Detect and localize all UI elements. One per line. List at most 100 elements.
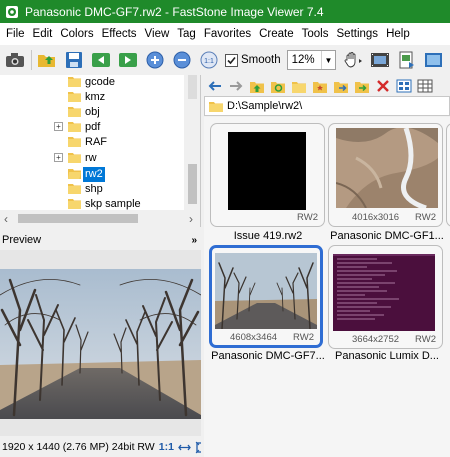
- zoom-out-icon[interactable]: [171, 49, 193, 71]
- tree-item-pdf[interactable]: + pdf: [0, 120, 184, 135]
- export-icon[interactable]: [396, 49, 418, 71]
- move-to-icon[interactable]: [353, 77, 370, 94]
- folder-icon: [68, 91, 81, 102]
- zoom-value: 12%: [291, 54, 315, 66]
- fit-width-icon[interactable]: [178, 440, 191, 454]
- expand-plus-icon[interactable]: +: [54, 153, 63, 162]
- tree-item-rw[interactable]: + rw: [0, 151, 184, 166]
- folder-icon: [68, 136, 81, 147]
- menu-create[interactable]: Create: [255, 23, 298, 45]
- collapse-icon[interactable]: »: [191, 235, 197, 246]
- folder-icon: [68, 183, 81, 194]
- previous-image-icon[interactable]: [90, 49, 112, 71]
- thumbnail-meta: 4016x3016 RW2: [329, 212, 436, 223]
- delete-icon[interactable]: [374, 77, 391, 94]
- tree-hscroll-thumb[interactable]: [18, 214, 138, 223]
- thumbnail-issue-419[interactable]: RW2: [210, 123, 325, 227]
- tree-item-obj[interactable]: obj: [0, 105, 184, 120]
- thumbnail-format: RW2: [293, 332, 314, 343]
- zoom-in-icon[interactable]: [144, 49, 166, 71]
- menu-effects[interactable]: Effects: [98, 23, 141, 45]
- menu-edit[interactable]: Edit: [29, 23, 57, 45]
- menu-colors[interactable]: Colors: [56, 23, 97, 45]
- grid-view-icon[interactable]: [416, 77, 433, 94]
- scroll-right-icon[interactable]: ›: [189, 212, 193, 226]
- menu-tag[interactable]: Tag: [173, 23, 200, 45]
- tree-item-label: shp: [85, 183, 103, 195]
- thumbnail-dimensions: 3664x2752: [352, 334, 400, 345]
- forward-arrow-icon[interactable]: [227, 77, 244, 94]
- tree-item-label: rw2: [83, 167, 105, 182]
- menu-settings[interactable]: Settings: [333, 23, 383, 45]
- title-bar: Panasonic DMC-GF7.rw2 - FastStone Image …: [0, 0, 450, 23]
- app-window: Panasonic DMC-GF7.rw2 - FastStone Image …: [0, 0, 450, 457]
- menu-file[interactable]: File: [2, 23, 29, 45]
- preview-image-area: [0, 250, 201, 436]
- thumbnail-grid: RW2 Issue 419.rw2 4016x3016 RW2 Panasoni…: [204, 117, 450, 457]
- tree-item-label: rw: [85, 152, 97, 164]
- tree-item-kmz[interactable]: kmz: [0, 90, 184, 105]
- menu-help[interactable]: Help: [382, 23, 414, 45]
- actual-size-icon[interactable]: 1:1: [198, 49, 220, 71]
- folder-icon: [68, 152, 81, 163]
- path-bar[interactable]: D:\Sample\rw2\: [204, 96, 450, 116]
- scroll-left-icon[interactable]: ‹: [4, 212, 8, 226]
- tree-item-label: obj: [85, 106, 100, 118]
- copy-to-icon[interactable]: [332, 77, 349, 94]
- preview-header: Preview »: [0, 231, 201, 249]
- scan-camera-icon[interactable]: [4, 49, 26, 71]
- menu-tools[interactable]: Tools: [298, 23, 333, 45]
- menu-favorites[interactable]: Favorites: [200, 23, 255, 45]
- preview-label: Preview: [2, 234, 42, 246]
- thumbnail-panasonic-lumix[interactable]: 3664x2752 RW2: [328, 245, 443, 349]
- filmstrip-icon[interactable]: [369, 49, 391, 71]
- zoom-select[interactable]: 12% ▼: [286, 50, 336, 70]
- save-icon[interactable]: [63, 49, 85, 71]
- tree-item-raf[interactable]: RAF: [0, 135, 184, 150]
- hand-pan-icon[interactable]: [342, 49, 364, 71]
- tree-item-shp[interactable]: shp: [0, 182, 184, 197]
- favorites-folder-icon[interactable]: [311, 77, 328, 94]
- folder-icon: [68, 76, 81, 87]
- select-all-icon[interactable]: [395, 77, 412, 94]
- thumbnail-panasonic-gf1[interactable]: 4016x3016 RW2: [328, 123, 443, 227]
- thumbnail-image: [215, 253, 317, 329]
- refresh-folder-icon[interactable]: [269, 77, 286, 94]
- ratio-label[interactable]: 1:1: [159, 441, 174, 453]
- back-arrow-icon[interactable]: [206, 77, 223, 94]
- tree-item-gcode[interactable]: gcode: [0, 75, 184, 90]
- slideshow-icon[interactable]: [423, 49, 445, 71]
- tree-item-label: pdf: [85, 121, 101, 133]
- open-folder-icon[interactable]: [36, 49, 58, 71]
- thumbnail-meta: 3664x2752 RW2: [329, 334, 436, 345]
- expand-plus-icon[interactable]: +: [54, 122, 63, 131]
- tree-item-label: skp sample: [85, 198, 141, 210]
- checkmark-icon: [225, 53, 238, 67]
- browser-toolbar: [204, 75, 450, 96]
- menu-bar: File Edit Colors Effects View Tag Favori…: [0, 23, 450, 45]
- tree-horizontal-scrollbar[interactable]: ‹ ›: [0, 210, 201, 227]
- thumbnail-image: [333, 254, 435, 331]
- tree-item-skp-sample[interactable]: skp sample: [0, 197, 184, 210]
- thumbnail-panasonic-gf7[interactable]: 4608x3464 RW2: [209, 245, 323, 348]
- tree-item-rw2[interactable]: rw2: [0, 167, 184, 182]
- preview-photo: [0, 250, 201, 436]
- main-toolbar: 1:1 Smooth 12% ▼: [0, 45, 450, 75]
- tree-scroll-track: [188, 75, 197, 99]
- thumbnail-format: RW2: [415, 334, 436, 345]
- next-image-icon[interactable]: [117, 49, 139, 71]
- window-title: Panasonic DMC-GF7.rw2 - FastStone Image …: [25, 4, 324, 19]
- smooth-checkbox[interactable]: Smooth: [225, 53, 281, 67]
- menu-view[interactable]: View: [141, 23, 174, 45]
- thumbnail-format: RW2: [297, 212, 318, 223]
- new-folder-icon[interactable]: [290, 77, 307, 94]
- up-folder-icon[interactable]: [248, 77, 265, 94]
- app-logo-icon: [4, 4, 20, 20]
- folder-open-icon: [68, 168, 81, 179]
- tree-scroll-thumb[interactable]: [188, 164, 197, 204]
- thumbnail-image: [336, 128, 438, 208]
- thumbnail-dimensions: 4608x3464: [230, 332, 278, 343]
- smooth-label: Smooth: [241, 54, 281, 66]
- thumbnail-image: [228, 132, 306, 210]
- thumbnail-partial[interactable]: [446, 123, 450, 227]
